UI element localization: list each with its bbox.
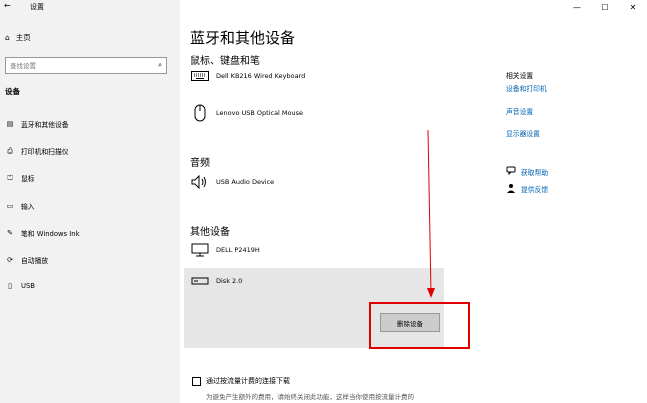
sidebar-section-devices: 设备: [5, 87, 20, 96]
monitor-icon: [190, 243, 210, 257]
sidebar-item-label: 笔和 Windows Ink: [21, 230, 80, 238]
page-title: 蓝牙和其他设备: [190, 29, 296, 47]
give-feedback[interactable]: 提供反馈: [506, 183, 548, 195]
keyboard-icon: [190, 71, 210, 81]
sidebar-item-mouse[interactable]: ⏍ 鼠标: [5, 173, 35, 184]
related-settings-title: 相关设置: [506, 72, 534, 80]
mouse-icon: ⏍: [7, 173, 13, 182]
sidebar-item-autoplay[interactable]: ⟳ 自动播放: [5, 255, 48, 265]
sidebar-item-label: 鼠标: [21, 175, 35, 183]
device-disk[interactable]: Disk 2.0: [190, 277, 242, 285]
bluetooth-devices-icon: ▤: [6, 120, 14, 128]
device-name: DELL P2419H: [216, 246, 260, 254]
give-feedback-label: 提供反馈: [521, 186, 549, 194]
usb-icon: ▯: [8, 282, 12, 290]
section-mouse-keyboard-pen: 鼠标、键盘和笔: [190, 56, 260, 67]
metered-download-label: 通过按流量计费的连接下载: [206, 377, 290, 385]
feedback-person-icon: [506, 183, 516, 195]
window-controls: — ☐ ✕: [563, 0, 647, 14]
device-name: Dell KB216 Wired Keyboard: [216, 72, 306, 80]
mouse-icon: [190, 104, 210, 122]
sidebar-home[interactable]: ⌂ 主页: [5, 32, 31, 43]
sidebar: ← 设置 ⌂ 主页 ⌕ 设备 ▤ 蓝牙和其他设备 ⎙ 打印机和扫描仪 ⏍ 鼠标 …: [0, 0, 180, 403]
speaker-icon: [190, 175, 210, 189]
search-box[interactable]: ⌕: [5, 57, 167, 74]
back-arrow-icon[interactable]: ←: [4, 1, 11, 10]
help-chat-icon: [506, 166, 516, 177]
pen-icon: ✎: [7, 229, 13, 237]
keyboard-icon: ▭: [6, 202, 14, 210]
sidebar-home-label: 主页: [15, 33, 31, 42]
device-mouse[interactable]: Lenovo USB Optical Mouse: [190, 104, 303, 122]
link-display-settings[interactable]: 显示器设置: [506, 128, 540, 138]
sidebar-item-label: 蓝牙和其他设备: [21, 121, 69, 129]
device-keyboard[interactable]: Dell KB216 Wired Keyboard: [190, 71, 305, 81]
sidebar-item-printers[interactable]: ⎙ 打印机和扫描仪: [5, 146, 69, 157]
sidebar-item-label: 自动播放: [21, 257, 49, 265]
sidebar-item-label: USB: [21, 282, 35, 290]
sidebar-item-usb[interactable]: ▯ USB: [5, 282, 35, 290]
annotation-arrow: [427, 129, 435, 298]
sidebar-item-pen[interactable]: ✎ 笔和 Windows Ink: [5, 228, 80, 238]
get-help-label: 获取帮助: [521, 168, 549, 177]
search-input[interactable]: [10, 61, 140, 70]
section-other-devices: 其他设备: [190, 227, 230, 238]
sidebar-item-bluetooth[interactable]: ▤ 蓝牙和其他设备: [5, 119, 69, 129]
metered-download-option[interactable]: 通过按流量计费的连接下载: [192, 376, 290, 386]
autoplay-icon: ⟳: [7, 256, 13, 264]
minimize-button[interactable]: —: [563, 0, 591, 14]
drive-icon: [190, 277, 210, 285]
annotation-highlight-box: [369, 302, 470, 349]
get-help[interactable]: 获取帮助: [506, 166, 548, 177]
device-name: Lenovo USB Optical Mouse: [216, 109, 304, 117]
metered-download-checkbox[interactable]: [192, 376, 201, 386]
printer-icon: ⎙: [7, 146, 13, 155]
section-audio: 音频: [190, 158, 210, 169]
close-button[interactable]: ✕: [619, 0, 647, 14]
device-name: USB Audio Device: [216, 178, 275, 186]
link-sound-settings[interactable]: 声音设置: [506, 106, 533, 116]
maximize-button[interactable]: ☐: [591, 0, 619, 14]
search-icon[interactable]: ⌕: [158, 61, 162, 70]
sidebar-item-label: 输入: [21, 203, 35, 211]
link-devices-printers[interactable]: 设备和打印机: [506, 83, 547, 93]
device-audio[interactable]: USB Audio Device: [190, 175, 274, 189]
sidebar-item-label: 打印机和扫描仪: [21, 148, 69, 156]
device-name: Disk 2.0: [216, 277, 243, 285]
home-icon: ⌂: [5, 33, 10, 42]
metered-download-note: 为避免产生额外的费用，请始终关闭此功能，这样当你使用按流量计费的: [206, 393, 414, 401]
window-title: 设置: [30, 3, 44, 11]
device-monitor[interactable]: DELL P2419H: [190, 243, 260, 257]
sidebar-item-typing[interactable]: ▭ 输入: [5, 201, 35, 211]
